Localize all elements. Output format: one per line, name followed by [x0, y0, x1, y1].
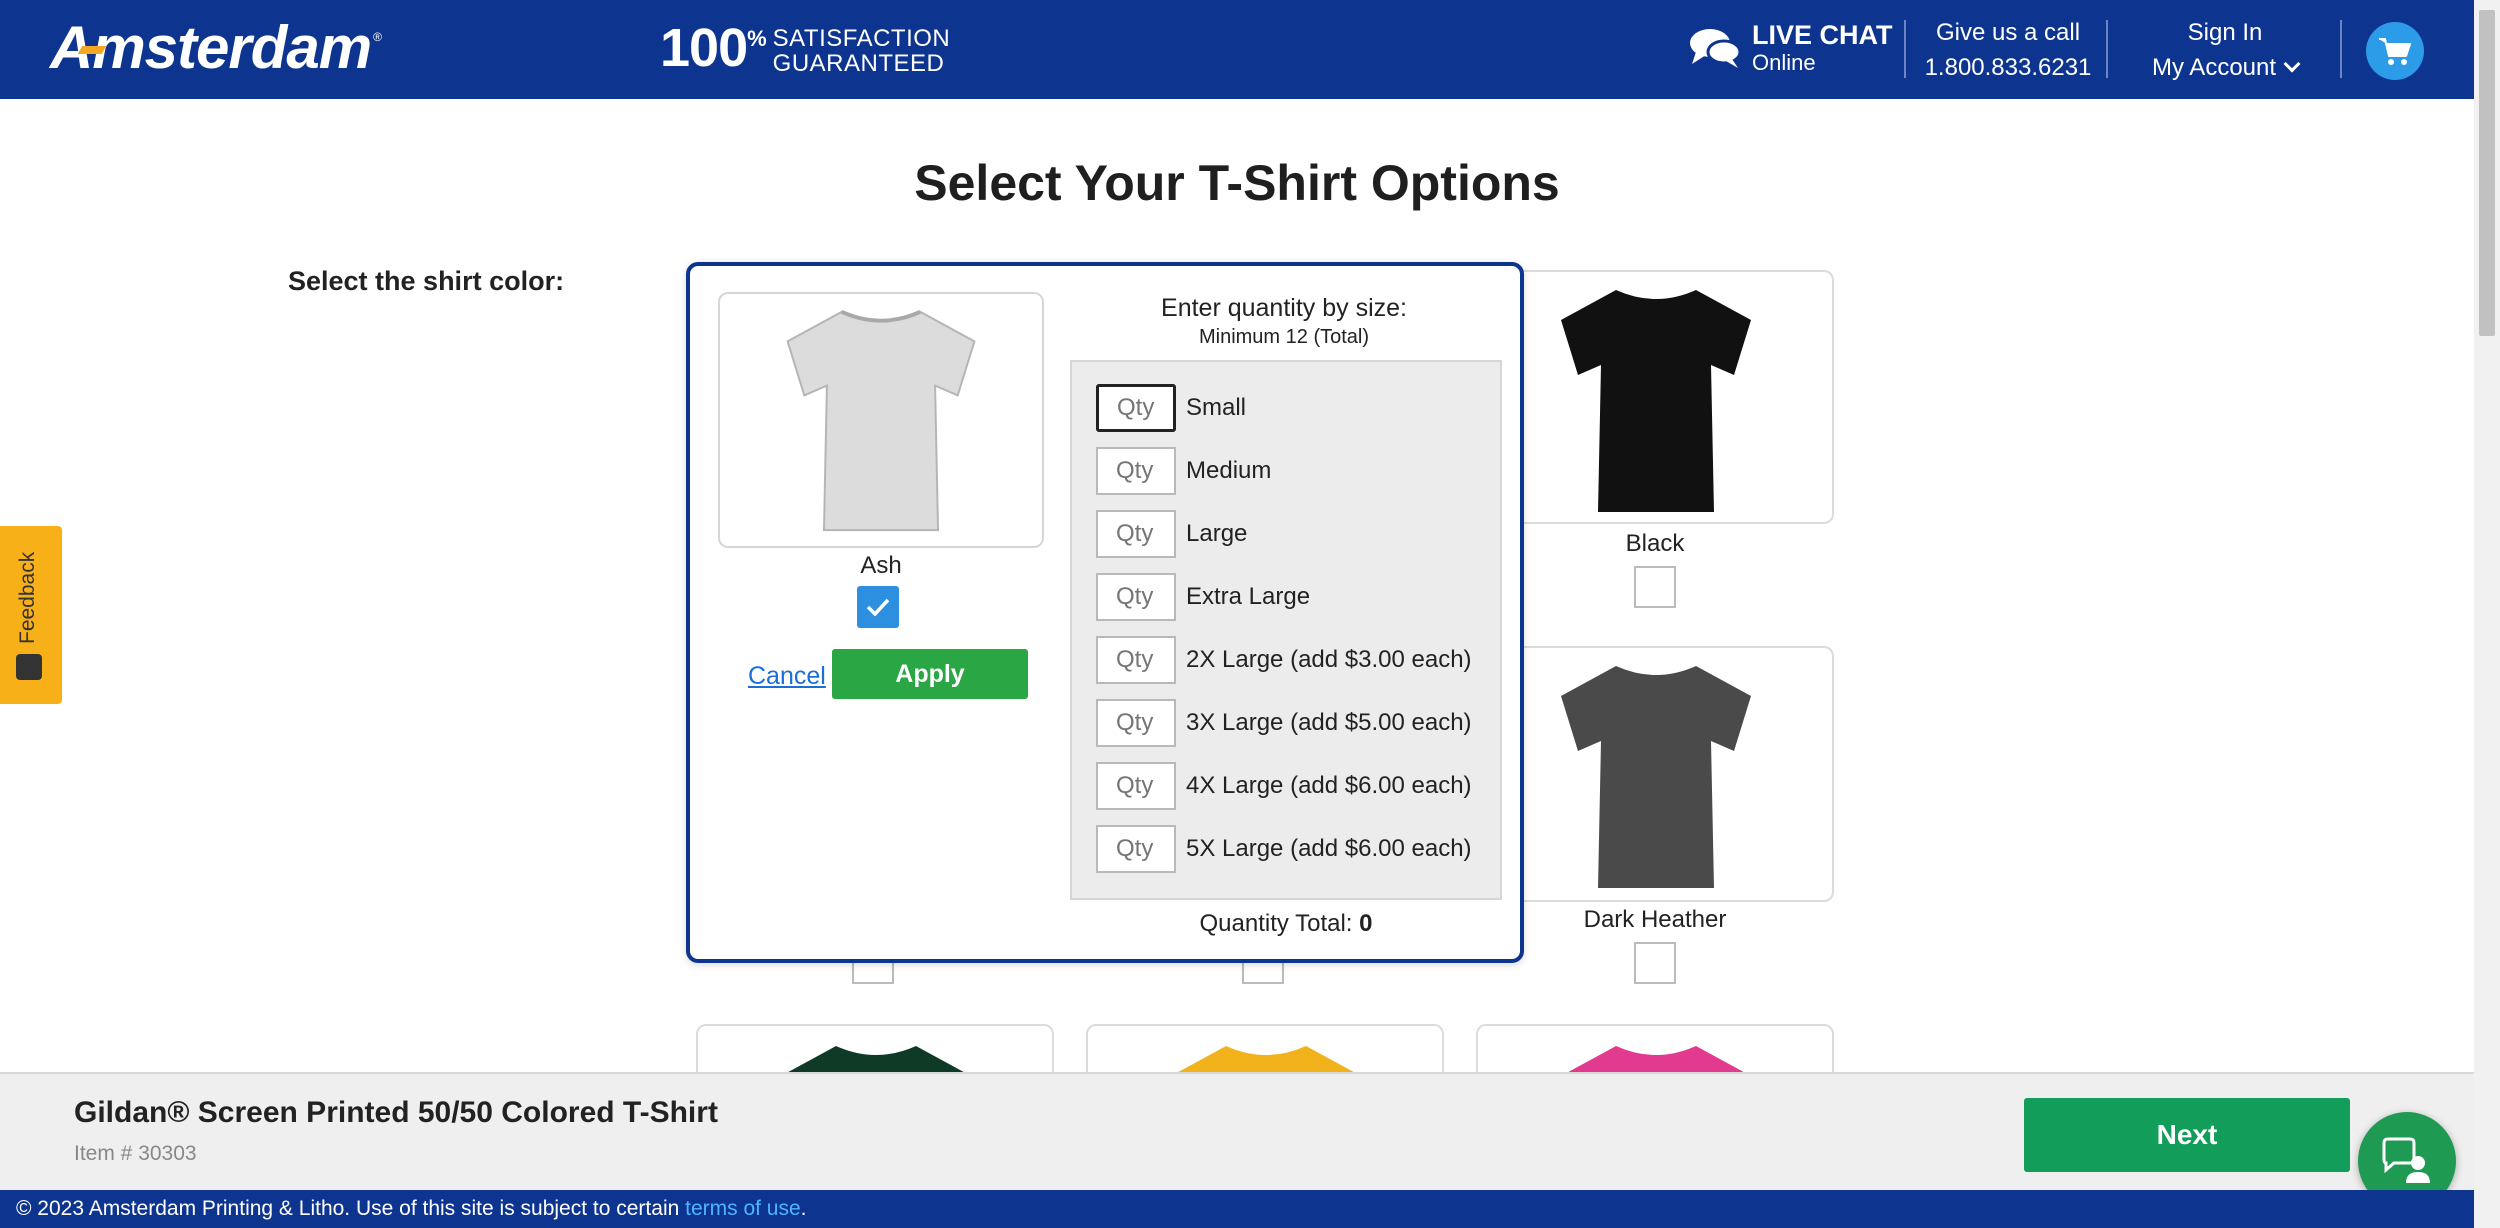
- footer-period: .: [800, 1197, 807, 1220]
- size-row-extra-large: Extra Large: [1096, 573, 1310, 621]
- satisfaction-number: 100: [660, 18, 748, 78]
- size-row-large: Large: [1096, 510, 1247, 558]
- size-row-4x-large: 4X Large (add $6.00 each): [1096, 762, 1472, 810]
- call-info: Give us a call 1.800.833.6231: [1918, 18, 2098, 84]
- tshirt-image: [1561, 666, 1751, 888]
- size-label: 2X Large (add $3.00 each): [1186, 646, 1472, 673]
- color-checkbox-dark-heather[interactable]: [1634, 942, 1676, 984]
- size-row-3x-large: 3X Large (add $5.00 each): [1096, 699, 1472, 747]
- amsterdam-logo[interactable]: Amsterdam ®: [50, 16, 382, 80]
- item-number: Item # 30303: [74, 1142, 197, 1165]
- selected-color-name: Ash: [860, 552, 902, 579]
- feedback-tab[interactable]: Feedback: [0, 526, 62, 704]
- chat-support-icon: [2382, 1137, 2430, 1183]
- size-row-medium: Medium: [1096, 447, 1271, 495]
- site-header: Amsterdam ® 100 % SATISFACTION GUARANTEE…: [0, 0, 2474, 99]
- logo-swoosh-icon: [77, 46, 107, 54]
- shirt-color-label: Select the shirt color:: [288, 266, 565, 296]
- cancel-link[interactable]: Cancel: [748, 662, 826, 691]
- page-scrollbar[interactable]: [2474, 0, 2500, 1228]
- color-name-dark-heather: Dark Heather: [1583, 906, 1727, 933]
- chevron-down-icon: [2283, 55, 2301, 73]
- selected-shirt-image: [718, 292, 1044, 548]
- quantity-panel: Small Medium Large Extra Large 2X Large …: [1070, 360, 1502, 900]
- next-button[interactable]: Next: [2024, 1098, 2350, 1172]
- site-footer: © 2023 Amsterdam Printing & Litho. Use o…: [0, 1190, 2474, 1228]
- quantity-total-value: 0: [1359, 910, 1373, 937]
- color-name-black: Black: [1625, 530, 1685, 557]
- size-label: Large: [1186, 520, 1248, 547]
- feedback-label: Feedback: [16, 551, 39, 644]
- my-account-label: My Account: [2151, 54, 2277, 81]
- satisfaction-badge: 100 % SATISFACTION GUARANTEED: [660, 18, 951, 78]
- satisfaction-line-1: SATISFACTION: [772, 25, 951, 52]
- tshirt-image: [786, 310, 976, 532]
- size-label: Medium: [1186, 457, 1272, 484]
- quantity-total-label: Quantity Total:: [1199, 910, 1353, 937]
- live-chat-status: Online: [1752, 50, 1816, 75]
- size-row-5x-large: 5X Large (add $6.00 each): [1096, 825, 1472, 873]
- chat-bubbles-icon: [1690, 29, 1742, 68]
- size-label: 3X Large (add $5.00 each): [1186, 709, 1472, 736]
- size-label: 4X Large (add $6.00 each): [1186, 772, 1472, 799]
- quantity-total: Quantity Total: 0: [1070, 910, 1502, 938]
- product-name: Gildan® Screen Printed 50/50 Colored T-S…: [74, 1096, 718, 1129]
- live-chat-link[interactable]: LIVE CHAT Online: [1688, 20, 1893, 76]
- scrollbar-thumb[interactable]: [2479, 10, 2495, 336]
- size-label: Extra Large: [1186, 583, 1311, 610]
- qty-input-medium[interactable]: [1096, 447, 1176, 495]
- qty-input-2x-large[interactable]: [1096, 636, 1176, 684]
- page-title: Select Your T-Shirt Options: [914, 155, 1560, 211]
- shopping-cart-icon: [2379, 38, 2411, 65]
- satisfaction-line-2: GUARANTEED: [772, 50, 945, 77]
- size-row-2x-large: 2X Large (add $3.00 each): [1096, 636, 1472, 684]
- color-checkbox-black[interactable]: [1634, 566, 1676, 608]
- qty-input-extra-large[interactable]: [1096, 573, 1176, 621]
- checkmark-icon: [866, 598, 890, 616]
- cart-button[interactable]: [2366, 22, 2424, 80]
- selected-color-checkbox[interactable]: [857, 586, 899, 628]
- call-label: Give us a call: [1935, 19, 2081, 46]
- size-label: 5X Large (add $6.00 each): [1186, 835, 1472, 862]
- phone-number-link[interactable]: 1.800.833.6231: [1918, 52, 2098, 84]
- satisfaction-percent: %: [747, 26, 767, 51]
- header-divider: [1904, 20, 1906, 78]
- account-menu[interactable]: Sign In My Account: [2140, 18, 2310, 84]
- size-label: Small: [1186, 394, 1247, 421]
- color-tile-dark-heather[interactable]: [1476, 646, 1834, 902]
- header-divider: [2106, 20, 2108, 78]
- quantity-heading: Enter quantity by size:: [1161, 294, 1407, 322]
- qty-input-large[interactable]: [1096, 510, 1176, 558]
- qty-input-4x-large[interactable]: [1096, 762, 1176, 810]
- sign-in-link[interactable]: Sign In: [2140, 18, 2310, 48]
- header-divider: [2340, 20, 2342, 78]
- qty-input-3x-large[interactable]: [1096, 699, 1176, 747]
- apply-button[interactable]: Apply: [832, 649, 1028, 699]
- qty-input-5x-large[interactable]: [1096, 825, 1176, 873]
- qty-input-small[interactable]: [1096, 384, 1176, 432]
- copyright-text: © 2023 Amsterdam Printing & Litho. Use o…: [16, 1197, 686, 1220]
- size-quantity-popup: Ash Cancel Apply Enter quantity by size:…: [686, 262, 1524, 963]
- product-summary-bar: Gildan® Screen Printed 50/50 Colored T-S…: [0, 1072, 2474, 1190]
- size-row-small: Small: [1096, 384, 1246, 432]
- tshirt-image: [1561, 290, 1751, 512]
- feedback-smiley-icon: [16, 654, 42, 680]
- terms-of-use-link[interactable]: terms of use: [685, 1197, 801, 1220]
- live-chat-title: LIVE CHAT: [1752, 20, 1893, 50]
- color-tile-black[interactable]: [1476, 270, 1834, 524]
- logo-registered-mark: ®: [373, 30, 382, 44]
- minimum-quantity-note: Minimum 12 (Total): [1198, 326, 1370, 348]
- satisfaction-text: SATISFACTION GUARANTEED: [773, 26, 951, 76]
